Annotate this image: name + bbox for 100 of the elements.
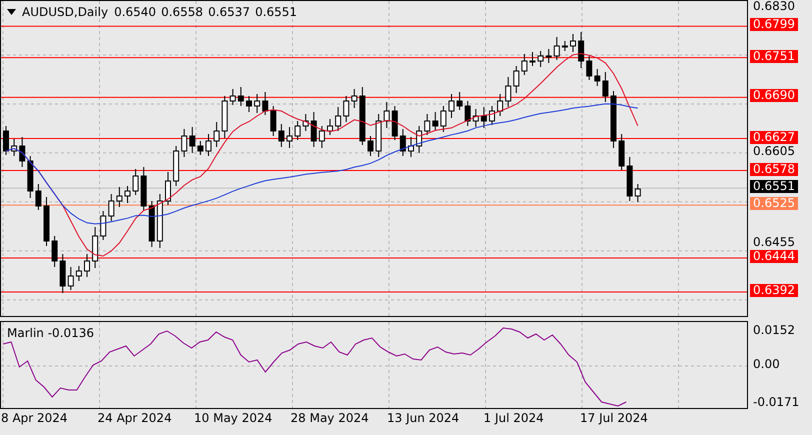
- candlestick: [400, 128, 406, 156]
- price-level-label: 0.6444: [750, 250, 798, 264]
- candlestick: [626, 156, 633, 202]
- candlestick: [497, 94, 504, 116]
- candlestick: [530, 52, 536, 66]
- candlestick: [165, 172, 171, 206]
- candlestick: [416, 126, 422, 154]
- candlestick: [513, 66, 520, 94]
- indicator-label: Marlin -0.0136: [7, 326, 94, 340]
- candlestick: [335, 106, 342, 132]
- candlestick: [408, 136, 414, 158]
- price-level-label: 0.6799: [750, 18, 798, 32]
- candlestick: [489, 106, 495, 126]
- candlestick: [554, 36, 560, 60]
- candlestick: [578, 32, 584, 68]
- candlestick: [610, 90, 616, 148]
- candlestick: [35, 184, 42, 210]
- price-level-label: 0.6578: [750, 162, 798, 176]
- price-value: 0.6540: [114, 5, 156, 19]
- candlestick: [254, 94, 260, 114]
- candlestick: [376, 114, 382, 158]
- candlestick: [392, 106, 398, 140]
- candlestick: [189, 126, 196, 154]
- price-level-label: 0.6392: [750, 284, 798, 297]
- candlestick: [181, 128, 188, 158]
- candlestick: [368, 136, 374, 156]
- date-label: 13 Jun 2024: [387, 411, 460, 425]
- candlestick: [351, 88, 358, 108]
- candlestick: [594, 68, 600, 86]
- candlestick: [562, 40, 568, 52]
- price-tick-label: 0.6455: [752, 236, 796, 250]
- date-label: 10 May 2024: [194, 411, 274, 425]
- dropdown-triangle-icon[interactable]: [7, 9, 16, 15]
- candlestick: [60, 254, 66, 294]
- candlestick: [538, 50, 544, 68]
- date-label: 28 May 2024: [290, 411, 370, 425]
- price-value: 0.6537: [208, 5, 250, 19]
- candlestick: [472, 108, 479, 128]
- candlestick: [327, 118, 333, 136]
- candlestick: [3, 126, 9, 156]
- candlestick: [586, 56, 592, 80]
- date-label: 1 Jul 2024: [484, 411, 545, 425]
- candlestick: [343, 96, 350, 122]
- candlestick: [52, 236, 58, 268]
- candlestick: [100, 210, 106, 240]
- candlestick: [384, 102, 390, 128]
- price-value: 0.6558: [161, 5, 204, 19]
- candlestick: [132, 168, 139, 196]
- indicator-tick-label: -0.0171: [752, 396, 800, 409]
- candlestick: [302, 114, 309, 132]
- current-price-label: 0.6551: [750, 180, 798, 194]
- candlestick: [84, 254, 90, 278]
- candlestick: [262, 92, 268, 116]
- candlestick: [116, 186, 122, 208]
- price-level-label: 0.6690: [750, 89, 798, 102]
- candlestick: [19, 136, 26, 168]
- candlestick: [432, 112, 438, 132]
- candlestick: [505, 76, 512, 108]
- candlestick: [448, 94, 454, 118]
- date-label: 24 Apr 2024: [98, 411, 173, 425]
- candlestick: [27, 156, 34, 198]
- candlestick: [546, 48, 552, 64]
- price-level-label: 0.6627: [750, 130, 798, 144]
- candlestick: [456, 92, 463, 110]
- candlestick: [480, 106, 487, 128]
- candlestick: [618, 134, 625, 170]
- candlestick: [44, 196, 50, 246]
- candlestick: [148, 200, 155, 248]
- candlestick: [206, 134, 212, 156]
- candlestick: [270, 106, 276, 136]
- candlestick: [634, 184, 641, 202]
- candlestick: [173, 146, 180, 186]
- candlestick: [92, 226, 98, 268]
- candlestick: [76, 266, 82, 282]
- date-label: 8 Apr 2024: [1, 411, 69, 425]
- candlestick: [464, 100, 471, 126]
- candlestick: [214, 122, 220, 148]
- indicator-tick-label: 0.0152: [752, 324, 796, 337]
- candlestick: [68, 266, 74, 290]
- candlestick: [11, 138, 18, 156]
- candlestick: [222, 96, 228, 138]
- price-level-label: 0.6525: [750, 197, 798, 210]
- price-level-label: 0.6751: [750, 50, 798, 63]
- symbol-label: AUDUSD,Daily: [22, 5, 108, 19]
- price-value: 0.6551: [255, 5, 298, 19]
- candlestick: [156, 194, 163, 248]
- candlestick: [140, 166, 147, 212]
- candlestick: [294, 120, 301, 140]
- candlestick: [424, 114, 430, 136]
- indicator-tick-label: 0.00: [752, 358, 781, 371]
- candlestick: [246, 96, 252, 112]
- candlestick: [278, 124, 284, 148]
- candlestick: [521, 54, 528, 76]
- candlestick: [286, 126, 292, 148]
- candlestick: [310, 112, 317, 148]
- candlestick: [570, 34, 576, 52]
- candlestick: [197, 140, 204, 156]
- price-tick-label: 0.6830: [752, 0, 796, 13]
- candlestick: [230, 88, 236, 106]
- price-tick-label: 0.6605: [752, 144, 796, 158]
